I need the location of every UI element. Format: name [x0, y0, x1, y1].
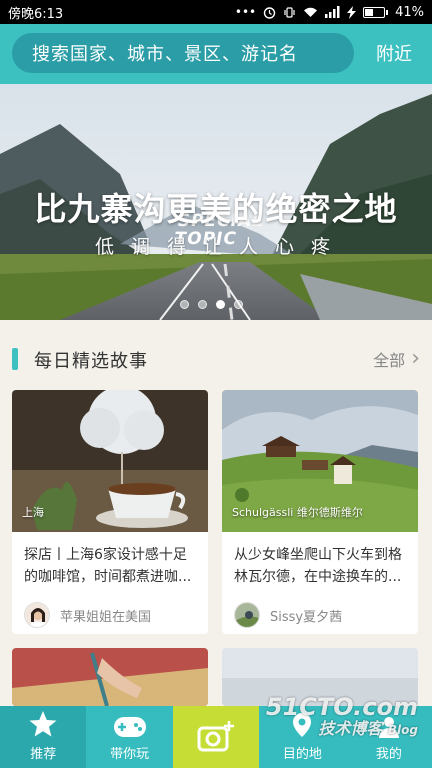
nav-item-play[interactable]: 带你玩 — [86, 706, 173, 768]
search-placeholder: 搜索国家、城市、景区、游记名 — [32, 44, 298, 65]
story-location: Schulgässli 维尔德斯维尔 — [232, 506, 363, 519]
story-image — [222, 648, 418, 706]
status-bar: 傍晚6:13 ••• 41% — [0, 0, 432, 24]
nav-item-profile[interactable]: 我的 — [345, 706, 432, 768]
avatar — [24, 602, 50, 628]
story-card[interactable]: 上海 探店丨上海6家设计感十足的咖啡馆，时间都煮进咖... 苹果姐姐在美国 — [12, 390, 208, 634]
story-author[interactable]: 苹果姐姐在美国 — [12, 594, 208, 634]
story-card[interactable] — [12, 648, 208, 706]
story-image: 上海 — [12, 390, 208, 532]
alarm-icon — [263, 6, 276, 19]
status-icons: ••• 41% — [235, 5, 424, 20]
story-image — [12, 648, 208, 706]
status-time: 傍晚6:13 — [8, 6, 64, 22]
avatar — [234, 602, 260, 628]
banner-title: 比九寨沟更美的绝密之地 — [34, 190, 398, 228]
profile-icon — [378, 717, 399, 738]
story-card[interactable] — [222, 648, 418, 706]
search-input[interactable]: 搜索国家、城市、景区、游记名 — [12, 33, 354, 73]
banner-subtitle: 低调得让人心疼 — [94, 236, 347, 258]
banner-carousel[interactable]: SPECIAL TOPIC 比九寨沟更美的绝密之地 低调得让人心疼 — [0, 84, 432, 320]
location-icon — [293, 713, 312, 737]
bottom-nav: 推荐 带你玩 目的地 我的 — [0, 706, 432, 768]
section-accent-bar — [12, 348, 18, 370]
nav-item-camera[interactable] — [172, 706, 260, 768]
story-card[interactable]: Schulgässli 维尔德斯维尔 从少女峰坐爬山下火车到格林瓦尔德，在中途换… — [222, 390, 418, 634]
star-icon — [29, 711, 57, 737]
author-name: 苹果姐姐在美国 — [60, 609, 152, 625]
vibrate-icon — [284, 6, 295, 18]
carousel-dot[interactable] — [198, 300, 207, 309]
story-description: 探店丨上海6家设计感十足的咖啡馆，时间都煮进咖... — [24, 547, 192, 585]
nav-label: 我的 — [375, 747, 402, 762]
top-header: 搜索国家、城市、景区、游记名 附近 — [0, 24, 432, 84]
see-all-label: 全部 — [373, 350, 406, 370]
battery-percent: 41% — [395, 4, 424, 20]
more-dots-icon: ••• — [234, 5, 257, 19]
nearby-button[interactable]: 附近 — [376, 40, 412, 66]
charging-icon — [347, 5, 357, 19]
nav-label: 目的地 — [282, 747, 322, 762]
story-image: Schulgässli 维尔德斯维尔 — [222, 390, 418, 532]
author-name: Sissy夏夕茜 — [270, 609, 343, 625]
battery-icon — [363, 6, 389, 18]
carousel-dot[interactable] — [234, 300, 243, 309]
camera-plus-icon — [197, 721, 235, 752]
carousel-dot[interactable] — [180, 300, 189, 309]
signal-icon — [325, 6, 340, 18]
see-all-button[interactable]: 全部 › — [373, 346, 420, 371]
wifi-icon — [304, 7, 318, 17]
nav-item-destination[interactable]: 目的地 — [259, 706, 346, 768]
chevron-right-icon: › — [411, 346, 420, 371]
daily-stories-header: 每日精选故事 全部 › — [0, 320, 432, 390]
nav-label: 推荐 — [30, 747, 57, 762]
nav-item-recommend[interactable]: 推荐 — [0, 706, 87, 768]
nav-label: 带你玩 — [110, 747, 150, 762]
story-description: 从少女峰坐爬山下火车到格林瓦尔德，在中途换车的... — [234, 547, 402, 585]
story-location: 上海 — [22, 506, 44, 519]
gamepad-icon — [113, 717, 146, 737]
story-author[interactable]: Sissy夏夕茜 — [222, 594, 418, 634]
carousel-indicator — [180, 300, 243, 309]
carousel-dot[interactable] — [216, 300, 225, 309]
section-title: 每日精选故事 — [34, 351, 148, 372]
